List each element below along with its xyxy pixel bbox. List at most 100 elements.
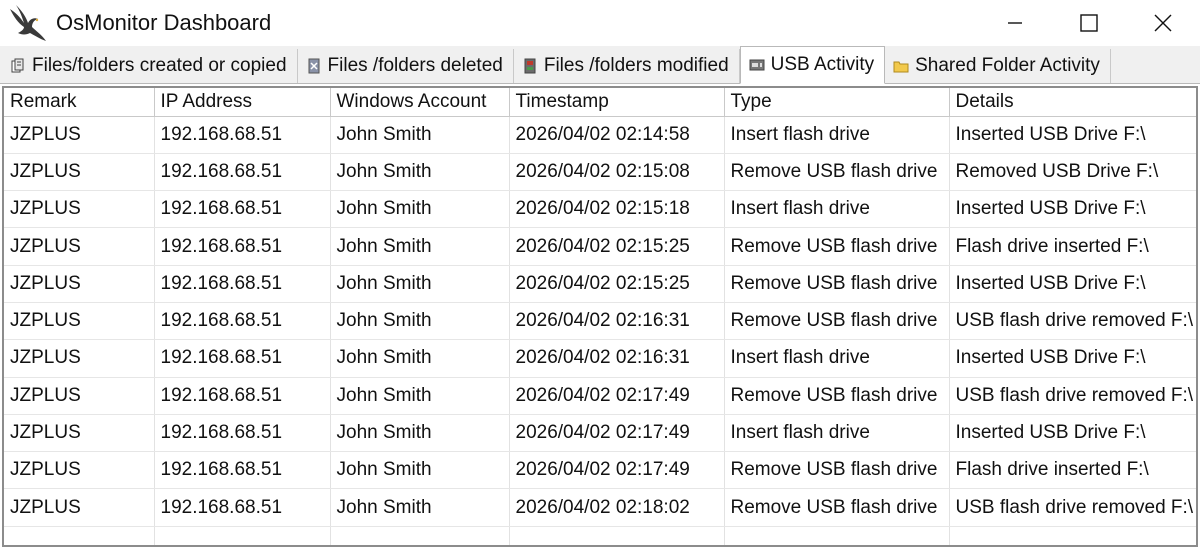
cell-remark: JZPLUS <box>4 153 155 192</box>
minimize-icon <box>1008 22 1022 24</box>
tab-usb-activity[interactable]: USB Activity <box>739 46 886 84</box>
cell-timestamp: 2026/04/02 02:17:49 <box>509 414 725 453</box>
minimize-button[interactable] <box>978 0 1052 46</box>
cell-windows-account: John Smith <box>330 190 510 229</box>
cell-remark: JZPLUS <box>4 414 155 453</box>
app-window: OsMonitor Dashboard Files/folders create… <box>0 0 1200 549</box>
cell-type: Remove USB flash drive <box>724 265 950 303</box>
column-header-windows-account[interactable]: Windows Account <box>330 88 510 117</box>
cell-ip-address: 192.168.68.51 <box>154 265 331 303</box>
cell-windows-account: John Smith <box>330 451 510 490</box>
cell-remark: JZPLUS <box>4 265 155 303</box>
cell-timestamp: 2026/04/02 02:16:31 <box>509 302 725 341</box>
cell-timestamp: 2026/04/02 02:16:31 <box>509 339 725 378</box>
cell-details: USB flash drive removed F:\ <box>949 488 1196 527</box>
file-delete-icon <box>306 58 322 74</box>
tab-label: Files/folders created or copied <box>32 55 287 76</box>
cell-ip-address: 192.168.68.51 <box>154 116 331 154</box>
usb-icon <box>749 57 765 73</box>
cell-remark: JZPLUS <box>4 302 155 341</box>
tab-files-deleted[interactable]: Files /folders deleted <box>297 49 514 83</box>
tab-label: Shared Folder Activity <box>915 55 1100 76</box>
eagle-icon <box>6 1 50 45</box>
title-bar: OsMonitor Dashboard <box>0 0 1200 46</box>
cell-empty <box>724 526 950 545</box>
tab-files-modified[interactable]: Files /folders modified <box>513 49 740 83</box>
column-header-type[interactable]: Type <box>724 88 950 117</box>
cell-timestamp: 2026/04/02 02:18:02 <box>509 488 725 527</box>
cell-windows-account: John Smith <box>330 339 510 378</box>
cell-timestamp: 2026/04/02 02:15:25 <box>509 265 725 303</box>
tab-label: USB Activity <box>770 54 875 75</box>
table-header: Remark IP Address Windows Account Timest… <box>4 88 1196 117</box>
tab-label: Files /folders modified <box>543 55 729 76</box>
cell-windows-account: John Smith <box>330 265 510 303</box>
table-row[interactable]: JZPLUS 192.168.68.51 John Smith 2026/04/02 … <box>4 414 1196 453</box>
cell-empty <box>154 526 331 545</box>
cell-windows-account: John Smith <box>330 227 510 266</box>
cell-windows-account: John Smith <box>330 377 510 415</box>
cell-details: Flash drive inserted F:\ <box>949 227 1196 266</box>
table-row[interactable]: JZPLUS 192.168.68.51 John Smith 2026/04/02 … <box>4 116 1196 154</box>
cell-type: Remove USB flash drive <box>724 377 950 415</box>
close-button[interactable] <box>1126 0 1200 46</box>
cell-details: Inserted USB Drive F:\ <box>949 414 1196 453</box>
table-row[interactable]: JZPLUS 192.168.68.51 John Smith 2026/04/02 … <box>4 265 1196 303</box>
column-header-timestamp[interactable]: Timestamp <box>509 88 725 117</box>
cell-timestamp: 2026/04/02 02:17:49 <box>509 451 725 490</box>
cell-remark: JZPLUS <box>4 488 155 527</box>
table-row[interactable]: JZPLUS 192.168.68.51 John Smith 2026/04/02 … <box>4 377 1196 415</box>
column-header-ip-address[interactable]: IP Address <box>154 88 331 117</box>
cell-details: Inserted USB Drive F:\ <box>949 265 1196 303</box>
cell-type: Insert flash drive <box>724 116 950 154</box>
cell-timestamp: 2026/04/02 02:14:58 <box>509 116 725 154</box>
cell-windows-account: John Smith <box>330 414 510 453</box>
cell-remark: JZPLUS <box>4 190 155 229</box>
table-row[interactable]: JZPLUS 192.168.68.51 John Smith 2026/04/02 … <box>4 451 1196 490</box>
column-header-details[interactable]: Details <box>949 88 1196 117</box>
cell-details: USB flash drive removed F:\ <box>949 302 1196 341</box>
cell-empty <box>4 526 155 545</box>
cell-remark: JZPLUS <box>4 451 155 490</box>
cell-type: Remove USB flash drive <box>724 227 950 266</box>
table-row[interactable]: JZPLUS 192.168.68.51 John Smith 2026/04/02 … <box>4 227 1196 266</box>
table-body: JZPLUS 192.168.68.51 John Smith 2026/04/02 … <box>4 116 1196 545</box>
cell-ip-address: 192.168.68.51 <box>154 414 331 453</box>
cell-timestamp: 2026/04/02 02:15:08 <box>509 153 725 192</box>
cell-details: Inserted USB Drive F:\ <box>949 339 1196 378</box>
cell-ip-address: 192.168.68.51 <box>154 190 331 229</box>
cell-details: Flash drive inserted F:\ <box>949 451 1196 490</box>
cell-ip-address: 192.168.68.51 <box>154 302 331 341</box>
table-row[interactable]: JZPLUS 192.168.68.51 John Smith 2026/04/02 … <box>4 153 1196 192</box>
window-controls <box>978 0 1200 46</box>
table-row[interactable]: JZPLUS 192.168.68.51 John Smith 2026/04/02 … <box>4 190 1196 229</box>
maximize-button[interactable] <box>1052 0 1126 46</box>
tab-files-created[interactable]: Files/folders created or copied <box>2 49 298 83</box>
cell-type: Remove USB flash drive <box>724 153 950 192</box>
column-header-remark[interactable]: Remark <box>4 88 155 117</box>
cell-empty <box>330 526 510 545</box>
cell-ip-address: 192.168.68.51 <box>154 339 331 378</box>
folder-icon <box>893 58 909 74</box>
cell-remark: JZPLUS <box>4 377 155 415</box>
cell-remark: JZPLUS <box>4 339 155 378</box>
cell-ip-address: 192.168.68.51 <box>154 377 331 415</box>
window-title: OsMonitor Dashboard <box>56 10 272 35</box>
close-icon <box>1154 14 1172 32</box>
table-row[interactable]: JZPLUS 192.168.68.51 John Smith 2026/04/02 … <box>4 488 1196 527</box>
cell-type: Insert flash drive <box>724 190 950 229</box>
cell-type: Remove USB flash drive <box>724 302 950 341</box>
cell-windows-account: John Smith <box>330 302 510 341</box>
cell-ip-address: 192.168.68.51 <box>154 488 331 527</box>
table-row[interactable]: JZPLUS 192.168.68.51 John Smith 2026/04/02 … <box>4 302 1196 341</box>
cell-timestamp: 2026/04/02 02:17:49 <box>509 377 725 415</box>
cell-details: Removed USB Drive F:\ <box>949 153 1196 192</box>
cell-timestamp: 2026/04/02 02:15:18 <box>509 190 725 229</box>
cell-type: Remove USB flash drive <box>724 488 950 527</box>
cell-remark: JZPLUS <box>4 227 155 266</box>
tab-shared-folder-activity[interactable]: Shared Folder Activity <box>885 49 1111 83</box>
file-modify-icon <box>522 58 538 74</box>
table-row[interactable]: JZPLUS 192.168.68.51 John Smith 2026/04/02 … <box>4 339 1196 378</box>
cell-ip-address: 192.168.68.51 <box>154 153 331 192</box>
cell-windows-account: John Smith <box>330 116 510 154</box>
